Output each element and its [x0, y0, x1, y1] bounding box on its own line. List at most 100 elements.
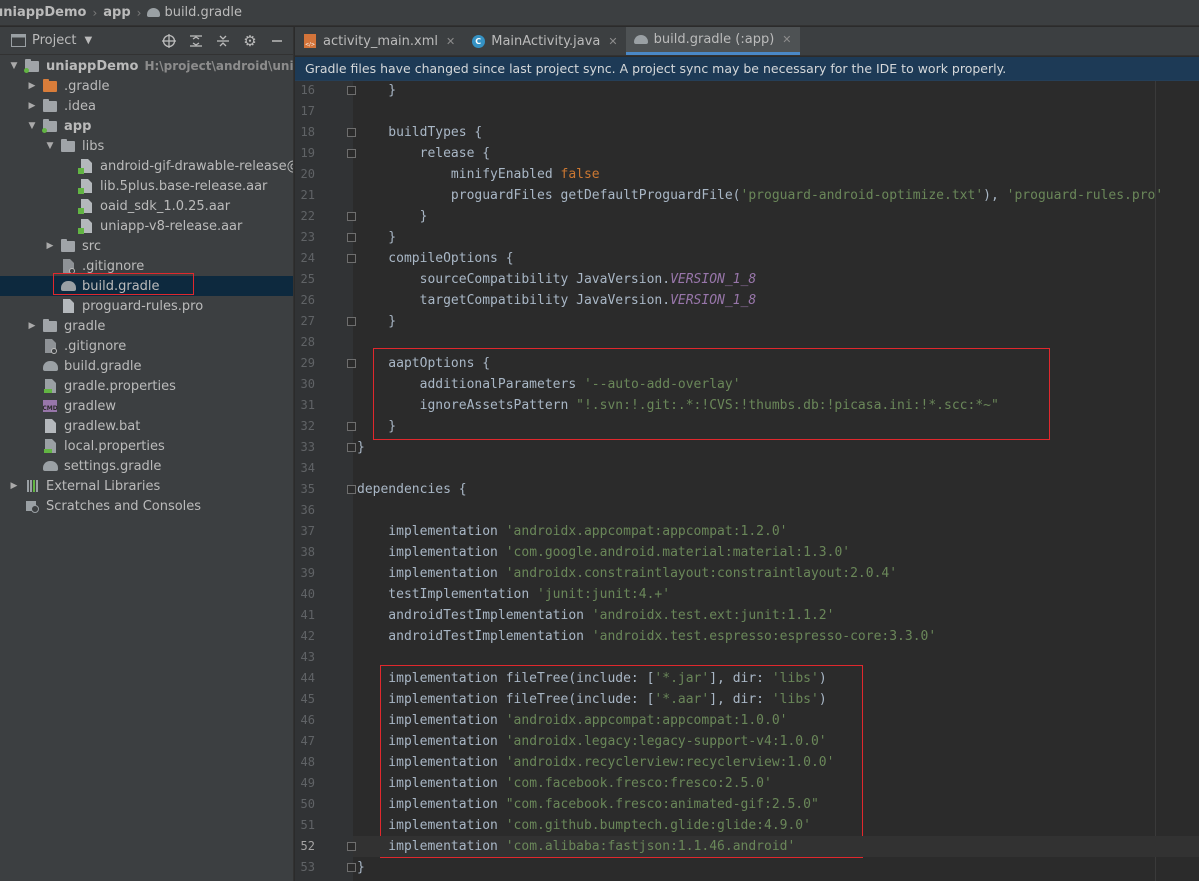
tree-item-label: libs — [82, 138, 105, 154]
fold-marker-icon[interactable] — [347, 317, 356, 326]
tree-item[interactable]: ▶ gradle — [0, 316, 293, 336]
breadcrumb-file[interactable]: build.gradle — [164, 5, 242, 20]
fold-marker-icon[interactable] — [347, 86, 356, 95]
tree-item[interactable]: proguard-rules.pro — [0, 296, 293, 316]
chevron-right-icon[interactable]: ▶ — [26, 81, 38, 91]
fold-marker-icon[interactable] — [347, 863, 356, 872]
line-number: 24 — [300, 251, 315, 265]
tab-activity-main-xml[interactable]: </> activity_main.xml ✕ — [295, 27, 463, 55]
tree-item[interactable]: Scratches and Consoles — [0, 496, 293, 516]
code-token: 'com.google.android.material:material:1.… — [505, 545, 851, 560]
fold-marker-icon[interactable] — [347, 359, 356, 368]
code-token: implementation — [357, 545, 506, 560]
breadcrumb-project[interactable]: uniappDemo — [0, 5, 86, 20]
tree-item-label: uniappDemoH:\project\android\uniappD — [46, 59, 293, 74]
code-line: testImplementation 'junit:junit:4.+' — [357, 584, 670, 605]
tree-item[interactable]: CMD gradlew — [0, 396, 293, 416]
locate-icon[interactable] — [161, 33, 177, 49]
fold-marker-icon[interactable] — [347, 422, 356, 431]
tree-item[interactable]: ▶ .gradle — [0, 76, 293, 96]
code-token: ], dir: — [709, 692, 772, 707]
tree-item[interactable]: settings.gradle — [0, 456, 293, 476]
tree-item[interactable]: ▼ app — [0, 116, 293, 136]
code-token: implementation — [357, 776, 506, 791]
gear-icon[interactable]: ⚙ — [242, 32, 258, 50]
line-number: 16 — [300, 83, 315, 97]
chevron-right-icon[interactable]: ▶ — [8, 481, 20, 491]
tree-item[interactable]: lib.5plus.base-release.aar — [0, 176, 293, 196]
chevron-down-icon[interactable]: ▼ — [84, 35, 92, 46]
fold-marker-icon[interactable] — [347, 254, 356, 263]
code-token: ignoreAssetsPattern — [357, 398, 577, 413]
tree-item-label: build.gradle — [64, 358, 142, 374]
tree-item[interactable]: ▶ .idea — [0, 96, 293, 116]
code-token: 'androidx.appcompat:appcompat:1.2.0' — [505, 524, 788, 539]
tab-build-gradle[interactable]: build.gradle (:app) ✕ — [625, 27, 800, 55]
fold-marker-icon[interactable] — [347, 842, 356, 851]
project-view-selector[interactable]: Project — [32, 33, 76, 48]
tree-item-label: android-gif-drawable-release@1. — [100, 158, 294, 174]
close-icon[interactable]: ✕ — [446, 35, 455, 48]
tree-item[interactable]: uniapp-v8-release.aar — [0, 216, 293, 236]
chevron-down-icon[interactable]: ▼ — [8, 61, 20, 71]
tree-item[interactable]: oaid_sdk_1.0.25.aar — [0, 196, 293, 216]
fold-marker-icon[interactable] — [347, 443, 356, 452]
tree-item[interactable]: android-gif-drawable-release@1. — [0, 156, 294, 176]
tree-item[interactable]: ▶ External Libraries — [0, 476, 293, 496]
code-token: androidTestImplementation — [357, 629, 592, 644]
fold-marker-icon[interactable] — [347, 485, 356, 494]
line-number: 48 — [300, 755, 315, 769]
module-folder-icon — [42, 118, 58, 134]
tree-item[interactable]: ▼ libs — [0, 136, 293, 156]
collapse-all-icon[interactable] — [215, 33, 231, 49]
code-line: } — [357, 81, 396, 101]
breadcrumb-module[interactable]: app — [103, 5, 130, 20]
code-token: VERSION_1_8 — [670, 293, 757, 308]
tree-item[interactable]: .gitignore — [0, 336, 293, 356]
project-panel-header: Project ▼ ⚙ — [0, 27, 293, 55]
chevron-right-icon[interactable]: ▶ — [26, 321, 38, 331]
line-number: 28 — [300, 335, 315, 349]
fold-marker-icon[interactable] — [347, 128, 356, 137]
code-token: } — [357, 209, 428, 224]
code-token: implementation fileTree(include: [ — [357, 671, 655, 686]
chevron-down-icon[interactable]: ▼ — [44, 141, 56, 151]
line-number: 32 — [300, 419, 315, 433]
chevron-right-icon[interactable]: ▶ — [44, 241, 56, 251]
tree-item[interactable]: gradle.properties — [0, 376, 293, 396]
tree-item-label: oaid_sdk_1.0.25.aar — [100, 198, 231, 214]
chevron-right-icon[interactable]: ▶ — [26, 101, 38, 111]
tree-item-label: app — [64, 118, 92, 134]
minimize-icon[interactable] — [269, 33, 285, 49]
fold-marker-icon[interactable] — [347, 212, 356, 221]
tree-item[interactable]: local.properties — [0, 436, 293, 456]
code-token: '*.jar' — [654, 671, 710, 686]
code-token: testImplementation — [357, 587, 538, 602]
expand-all-icon[interactable] — [188, 33, 204, 49]
code-token: } — [357, 440, 365, 455]
chevron-down-icon[interactable]: ▼ — [26, 121, 38, 131]
line-number: 44 — [300, 671, 315, 685]
close-icon[interactable]: ✕ — [782, 33, 791, 46]
code-token: 'androidx.legacy:legacy-support-v4:1.0.0… — [505, 734, 827, 749]
fold-marker-icon[interactable] — [347, 149, 356, 158]
tree-item[interactable]: gradlew.bat — [0, 416, 293, 436]
tree-item[interactable]: build.gradle — [0, 356, 293, 376]
tab-mainactivity-java[interactable]: C MainActivity.java ✕ — [463, 27, 625, 55]
tree-item-label: .idea — [64, 98, 96, 114]
tree-item-label: settings.gradle — [64, 458, 162, 474]
code-token: sourceCompatibility JavaVersion. — [357, 272, 671, 287]
code-editor[interactable]: 16 } 17 18 buildTypes {19 release {20 mini… — [295, 81, 1199, 881]
code-line: } — [357, 416, 396, 437]
line-number: 41 — [300, 608, 315, 622]
code-line: proguardFiles getDefaultProguardFile('pr… — [357, 185, 1163, 206]
close-icon[interactable]: ✕ — [608, 35, 617, 48]
module-folder-icon — [24, 58, 40, 74]
tree-item[interactable]: ▼ uniappDemoH:\project\android\uniappD — [0, 56, 293, 76]
fold-marker-icon[interactable] — [347, 233, 356, 242]
code-token: 'junit:junit:4.+' — [537, 587, 671, 602]
line-number: 43 — [300, 650, 315, 664]
tree-item[interactable]: ▶ src — [0, 236, 293, 256]
gradle-icon — [42, 358, 58, 374]
line-number: 51 — [300, 818, 315, 832]
